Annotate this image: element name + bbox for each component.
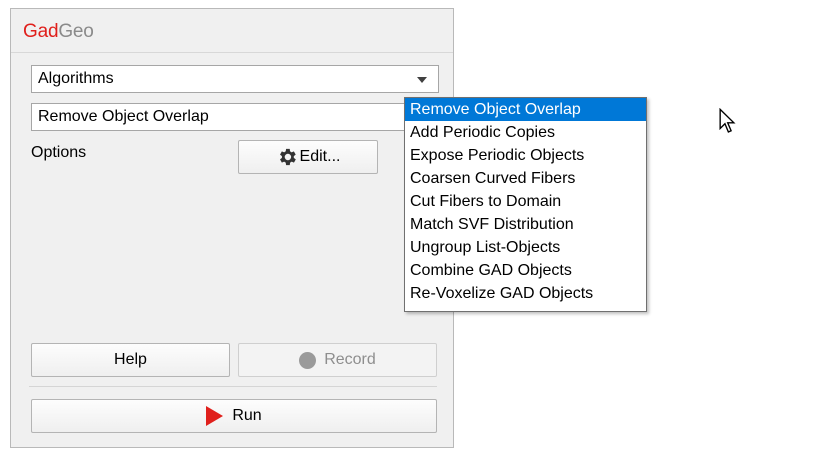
algorithm-dropdown-list: Remove Object Overlap Add Periodic Copie… xyxy=(404,97,647,312)
help-button[interactable]: Help xyxy=(31,343,230,377)
help-button-label: Help xyxy=(114,351,147,368)
category-select[interactable]: Algorithms xyxy=(31,65,439,93)
dropdown-option[interactable]: Remove Object Overlap xyxy=(405,98,646,121)
dropdown-option[interactable]: Add Periodic Copies xyxy=(405,121,646,144)
algorithm-select[interactable]: Remove Object Overlap xyxy=(31,103,439,131)
dropdown-option[interactable]: Re-Voxelize GAD Objects xyxy=(405,282,646,305)
header-divider xyxy=(11,52,453,53)
gear-icon xyxy=(276,146,298,168)
dropdown-option[interactable]: Cut Fibers to Domain xyxy=(405,190,646,213)
options-label: Options xyxy=(31,144,87,161)
record-button[interactable]: Record xyxy=(238,343,437,377)
circle-icon xyxy=(299,351,317,369)
edit-button-label: Edit... xyxy=(299,148,341,165)
divider xyxy=(29,386,437,387)
brand-gad: Gad xyxy=(23,21,59,42)
algorithm-select-value: Remove Object Overlap xyxy=(38,108,209,125)
category-select-value: Algorithms xyxy=(38,70,114,87)
app-title: GadGeo xyxy=(23,21,94,43)
run-button[interactable]: Run xyxy=(31,399,437,433)
dropdown-option[interactable]: Coarsen Curved Fibers xyxy=(405,167,646,190)
chevron-down-icon xyxy=(417,77,427,83)
dropdown-option[interactable]: Match SVF Distribution xyxy=(405,213,646,236)
gadgeo-panel: GadGeo Algorithms Remove Object Overlap … xyxy=(10,8,454,448)
dropdown-option[interactable]: Combine GAD Objects xyxy=(405,259,646,282)
play-icon xyxy=(206,406,224,426)
dropdown-option[interactable]: Expose Periodic Objects xyxy=(405,144,646,167)
mouse-cursor-icon xyxy=(718,107,736,139)
run-button-label: Run xyxy=(232,407,262,424)
dropdown-option[interactable]: Ungroup List-Objects xyxy=(405,236,646,259)
brand-geo: Geo xyxy=(58,21,94,42)
edit-options-button[interactable]: Edit... xyxy=(238,140,378,174)
record-button-label: Record xyxy=(324,351,376,368)
